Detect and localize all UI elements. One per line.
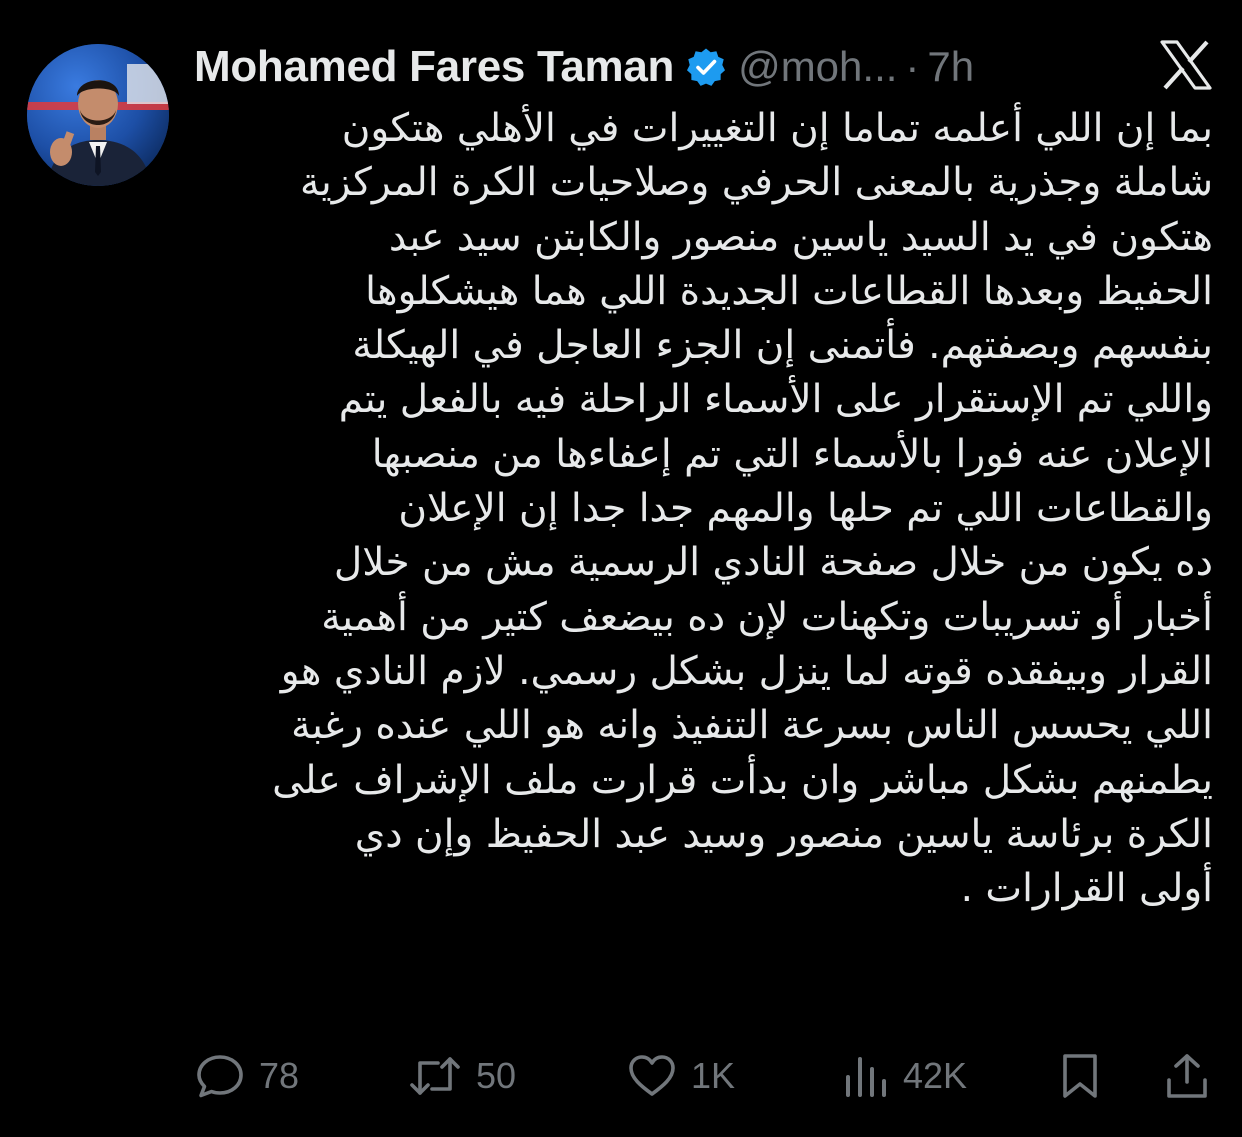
tweet-text-line: الإعلان عنه فورا بالأسماء التي تم إعفاءه… xyxy=(371,431,1213,477)
like-button[interactable]: 1K xyxy=(627,1048,735,1104)
header-separator: · xyxy=(905,43,920,90)
tweet-timestamp[interactable]: 7h xyxy=(927,43,974,91)
avatar-image xyxy=(27,44,169,186)
repost-button[interactable]: 50 xyxy=(408,1048,516,1104)
tweet-text-line: واللي تم الإستقرار على الأسماء الراحلة ف… xyxy=(338,377,1213,423)
tweet-text-line: أخبار أو تسريبات وتكهنات لإن ده بيضعف كت… xyxy=(321,594,1213,640)
tweet-text-line: ده يكون من خلال صفحة النادي الرسمية مش م… xyxy=(333,540,1213,586)
tweet-text-line: هتكون في يد السيد ياسين منصور والكابتن س… xyxy=(388,214,1213,260)
author-handle[interactable]: @moh... xyxy=(738,43,897,91)
views-count: 42K xyxy=(903,1055,968,1096)
like-count: 1K xyxy=(691,1055,736,1096)
verified-badge-icon xyxy=(686,47,726,87)
tweet-text-line: الحفيظ وبعدها القطاعات الجديدة اللي هما … xyxy=(365,268,1213,314)
tweet-text-line: بنفسهم وبصفتهم. فأتمنى إن الجزء العاجل ف… xyxy=(352,323,1213,369)
tweet-text-line: يطمنهم بشكل مباشر وان بدأت قرارت ملف الإ… xyxy=(272,757,1213,803)
reply-icon xyxy=(195,1053,245,1099)
tweet-text-line: بما إن اللي أعلمه تماما إن التغييرات في … xyxy=(341,106,1213,151)
repost-count: 50 xyxy=(476,1055,517,1096)
tweet-text-line: شاملة وجذرية بالمعنى الحرفي وصلاحيات الك… xyxy=(299,160,1213,206)
tweet-text-line: اللي يحسس الناس بسرعة التنفيذ وانه هو ال… xyxy=(291,703,1213,749)
views-icon xyxy=(843,1053,889,1099)
x-logo-icon[interactable] xyxy=(1160,40,1212,90)
reply-count: 78 xyxy=(259,1055,300,1096)
views-button[interactable]: 42K xyxy=(843,1048,967,1104)
avatar[interactable] xyxy=(27,44,169,186)
heart-icon xyxy=(627,1053,677,1099)
tweet-card: Mohamed Fares Taman @moh... · 7h بما إن … xyxy=(0,0,1242,1137)
author-display-name[interactable]: Mohamed Fares Taman xyxy=(194,42,674,92)
tweet-text-line: القرار وبيفقده قوته لما ينزل بشكل رسمي. … xyxy=(280,648,1213,694)
share-button[interactable] xyxy=(1165,1048,1209,1104)
tweet-text-line: والقطاعات اللي تم حلها والمهم جدا جدا إن… xyxy=(398,486,1213,532)
bookmark-icon xyxy=(1061,1052,1099,1100)
tweet-actions: 78 50 1K 42K xyxy=(195,1048,1215,1104)
tweet-text-line: الكرة برئاسة ياسين منصور وسيد عبد الحفيظ… xyxy=(354,811,1213,857)
bookmark-button[interactable] xyxy=(1061,1048,1099,1104)
share-icon xyxy=(1165,1052,1209,1100)
tweet-text: بما إن اللي أعلمه تماما إن التغييرات في … xyxy=(180,102,1213,916)
reply-button[interactable]: 78 xyxy=(195,1048,299,1104)
repost-icon xyxy=(408,1053,462,1099)
tweet-header: Mohamed Fares Taman @moh... · 7h xyxy=(194,36,974,98)
tweet-text-line: أولى القرارات . xyxy=(960,866,1213,912)
